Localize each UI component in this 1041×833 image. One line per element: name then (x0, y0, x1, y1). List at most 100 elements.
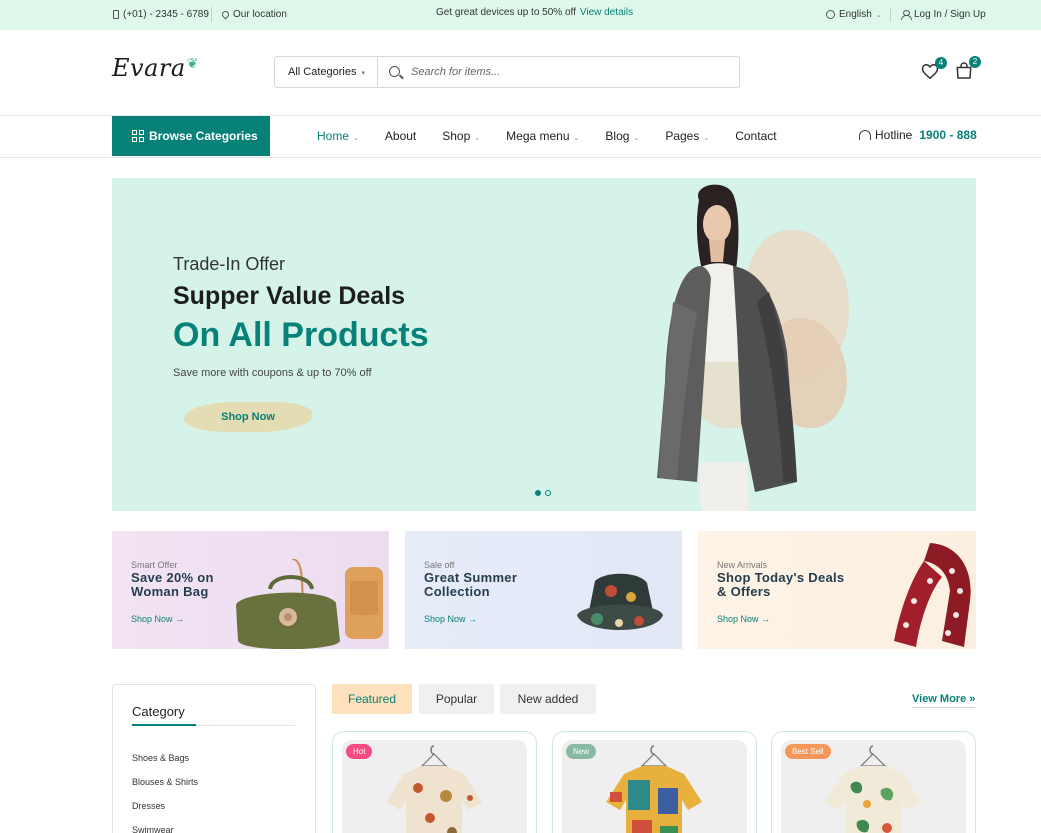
logo-text: Evara (112, 54, 186, 82)
nav-label: Blog (605, 129, 630, 143)
wishlist-count-badge: 4 (935, 57, 947, 69)
banner-shop-link[interactable]: Shop Now → (424, 614, 477, 624)
globe-icon (826, 10, 835, 19)
product-card[interactable]: Best Sell (771, 731, 976, 833)
nav-item-about[interactable]: About (385, 129, 416, 143)
product-tag-new: New (566, 744, 597, 759)
banner-shop-link[interactable]: Shop Now → (717, 614, 770, 624)
nav-item-blog[interactable]: Blog ⌄ (605, 129, 639, 143)
nav-label: Contact (735, 129, 777, 143)
browse-categories-label: Browse Categories (149, 129, 258, 143)
category-divider (132, 724, 295, 726)
bucket-hat-image (577, 573, 663, 630)
promo-text: Get great devices up to 50% off (436, 7, 576, 18)
search-icon[interactable] (389, 66, 400, 77)
phone-icon (113, 10, 119, 19)
location-link[interactable]: Our location (220, 9, 287, 20)
promo-banner-deals[interactable]: New Arrivals Shop Today's Deals & Offers… (698, 531, 976, 649)
nav-menu: Home ⌄ About Shop ⌄ Mega menu ⌄ Blog ⌄ Pages… (317, 129, 803, 143)
chevron-down-icon: ⌄ (573, 135, 580, 142)
cart-button[interactable]: 2 (955, 56, 981, 79)
language-label: English (839, 9, 872, 20)
banner-shop-link[interactable]: Shop Now → (131, 614, 184, 624)
category-item[interactable]: Swimwear (132, 825, 174, 833)
headset-icon (859, 130, 871, 140)
promo-banner-summer[interactable]: Sale off Great Summer Collection Shop No… (405, 531, 682, 649)
view-more-link[interactable]: View More » (912, 693, 976, 708)
nav-label: Mega menu (506, 129, 570, 143)
nav-label: Home (317, 129, 350, 143)
language-selector[interactable]: English ⌄ (826, 9, 882, 20)
slider-dot[interactable] (535, 490, 541, 496)
category-item[interactable]: Blouses & Shirts (132, 777, 198, 787)
banner-eyebrow: New Arrivals (717, 560, 768, 570)
hotline-number[interactable]: 1900 - 888 (919, 128, 976, 142)
slider-pagination (535, 490, 551, 496)
top-bar: (+01) - 2345 - 6789 Our location Get gre… (0, 0, 1041, 30)
hotline: Hotline 1900 - 888 (859, 128, 977, 142)
hero-slider: Trade-In Offer Supper Value Deals On All… (112, 178, 976, 511)
chevron-down-icon: ⌄ (353, 135, 359, 142)
hero-subtitle: Save more with coupons & up to 70% off (173, 367, 372, 379)
product-card[interactable]: New (552, 731, 757, 833)
nav-label: About (384, 129, 417, 143)
bag-image (236, 559, 383, 649)
location-label: Our location (233, 9, 287, 20)
chevron-down-icon: ⌄ (474, 135, 481, 142)
wishlist-button[interactable]: 4 (921, 57, 947, 80)
hero-shop-now-button[interactable]: Shop Now (184, 402, 312, 432)
product-tag-best-sell: Best Sell (785, 744, 831, 759)
banner-eyebrow: Sale off (424, 560, 455, 570)
tab-popular[interactable]: Popular (419, 684, 494, 714)
map-pin-icon (220, 9, 231, 20)
category-item[interactable]: Shoes & Bags (132, 753, 189, 763)
slider-dot[interactable] (545, 490, 551, 496)
divider (890, 7, 891, 22)
site-logo[interactable]: Evara❦ (112, 54, 198, 82)
banner-title: Shop Today's Deals & Offers (717, 570, 845, 599)
user-icon (901, 10, 912, 20)
product-tag-hot: Hot (346, 744, 373, 759)
nav-item-contact[interactable]: Contact (735, 129, 776, 143)
login-label: Log In / Sign Up (914, 9, 986, 20)
browse-categories-button[interactable]: Browse Categories (112, 116, 270, 156)
banner-eyebrow: Smart Offer (131, 560, 178, 570)
chevron-down-icon: ⌄ (633, 135, 640, 142)
main-nav: Browse Categories Home ⌄ About Shop ⌄ Mega… (0, 116, 1041, 158)
nav-item-mega-menu[interactable]: Mega menu ⌄ (506, 129, 579, 143)
hero-model-image (657, 184, 797, 511)
chevron-down-icon: ⌄ (703, 135, 710, 142)
nav-label: Shop (442, 129, 471, 143)
search-category-select[interactable]: All Categories ▾ (275, 57, 378, 87)
category-title: Category (132, 704, 185, 719)
cart-count-badge: 2 (969, 56, 981, 68)
nav-item-pages[interactable]: Pages ⌄ (665, 129, 709, 143)
tab-new-added[interactable]: New added (500, 684, 596, 714)
phone-number: (+01) - 2345 - 6789 (123, 9, 209, 20)
promo-message: Get great devices up to 50% off View det… (436, 7, 633, 18)
divider (211, 7, 212, 22)
promo-banner-bag[interactable]: Smart Offer Save 20% on Woman Bag Shop N… (112, 531, 389, 649)
scarf-image (894, 543, 971, 647)
main-header: Evara❦ All Categories ▾ 4 2 (0, 30, 1041, 116)
nav-item-home[interactable]: Home ⌄ (317, 129, 359, 143)
phone-info: (+01) - 2345 - 6789 (113, 9, 209, 20)
search-input[interactable] (411, 62, 731, 82)
search-category-label: All Categories (288, 66, 357, 78)
product-card[interactable]: Hot (332, 731, 537, 833)
hero-title: Supper Value Deals (173, 282, 406, 310)
caret-down-icon: ▾ (361, 70, 365, 77)
grid-icon (132, 130, 144, 142)
login-link[interactable]: Log In / Sign Up (901, 9, 986, 20)
tab-featured[interactable]: Featured (332, 684, 412, 714)
leaf-icon: ❦ (186, 56, 199, 72)
hero-pretitle: Trade-In Offer (173, 254, 286, 274)
search-bar: All Categories ▾ (274, 56, 740, 88)
nav-item-shop[interactable]: Shop ⌄ (442, 129, 480, 143)
hero-title-accent: On All Products (173, 316, 429, 354)
banner-title: Great Summer Collection (424, 570, 518, 599)
category-sidebar: Category Shoes & Bags Blouses & Shirts D… (112, 684, 316, 833)
nav-label: Pages (665, 129, 700, 143)
category-item[interactable]: Dresses (132, 801, 165, 811)
promo-details-link[interactable]: View details (580, 7, 633, 18)
